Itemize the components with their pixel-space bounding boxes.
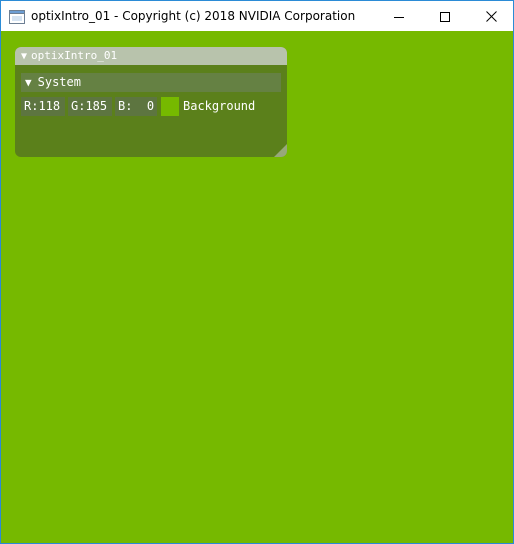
- title-bar[interactable]: optixIntro_01 - Copyright (c) 2018 NVIDI…: [1, 1, 513, 31]
- render-viewport[interactable]: ▼ optixIntro_01 ▼ System R:118 G:185 B: 0 …: [1, 31, 513, 543]
- color-swatch-button[interactable]: [161, 97, 179, 116]
- section-label: System: [37, 75, 81, 89]
- resize-grip-icon[interactable]: [273, 143, 287, 157]
- window-title: optixIntro_01 - Copyright (c) 2018 NVIDI…: [31, 9, 356, 23]
- application-window: optixIntro_01 - Copyright (c) 2018 NVIDI…: [0, 0, 514, 544]
- maximize-button[interactable]: [422, 1, 468, 31]
- triangle-down-icon[interactable]: ▼: [21, 48, 27, 66]
- app-window-icon[interactable]: [9, 9, 25, 24]
- blue-channel-field[interactable]: B: 0: [115, 97, 157, 116]
- background-color-row: R:118 G:185 B: 0 Background: [21, 97, 281, 116]
- panel-title: optixIntro_01: [31, 49, 118, 62]
- close-button[interactable]: [468, 1, 514, 31]
- background-label: Background: [183, 99, 256, 113]
- triangle-down-icon: ▼: [25, 76, 32, 89]
- minimize-button[interactable]: [376, 1, 422, 31]
- green-channel-field[interactable]: G:185: [68, 97, 112, 116]
- maximize-icon: [440, 7, 450, 26]
- close-icon: [485, 7, 497, 26]
- gui-panel[interactable]: ▼ optixIntro_01 ▼ System R:118 G:185 B: 0 …: [15, 47, 287, 157]
- section-header-system[interactable]: ▼ System: [21, 73, 281, 92]
- minimize-icon: [394, 7, 404, 26]
- panel-title-bar[interactable]: ▼ optixIntro_01: [15, 47, 287, 65]
- red-channel-field[interactable]: R:118: [21, 97, 65, 116]
